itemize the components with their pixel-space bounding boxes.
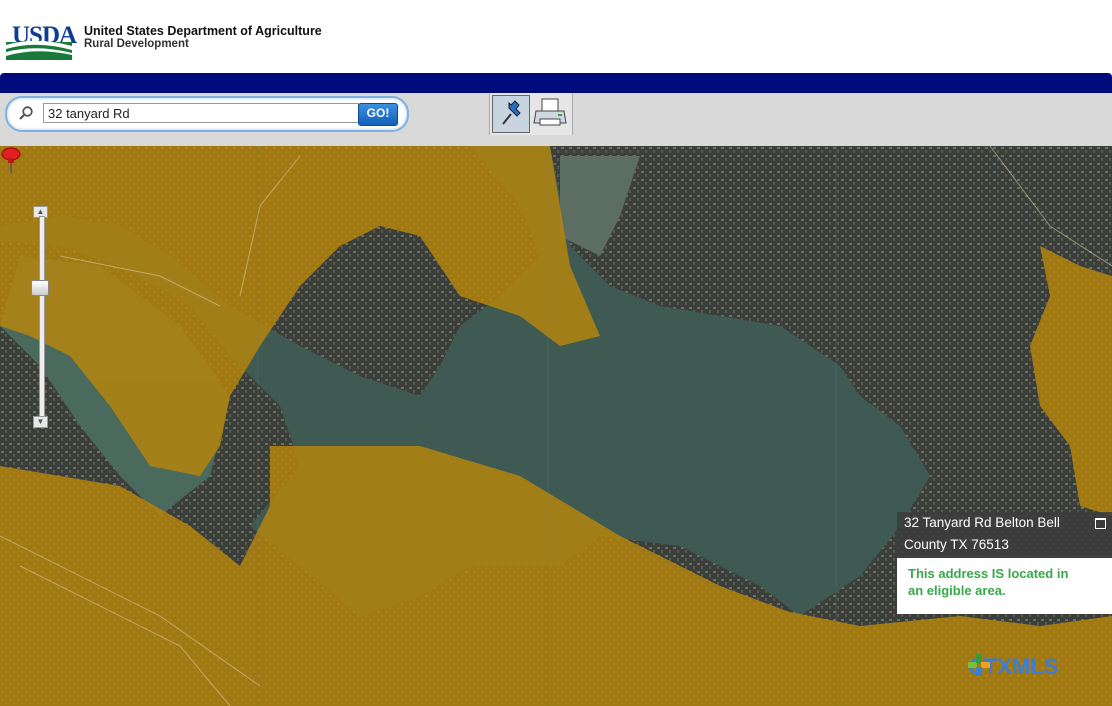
popup-address-line1: 32 Tanyard Rd Belton Bell bbox=[904, 515, 1060, 530]
usda-logo: USDA bbox=[6, 12, 77, 62]
address-info-popup: 32 Tanyard Rd Belton Bell County TX 7651… bbox=[897, 512, 1112, 614]
go-button[interactable]: GO! bbox=[358, 103, 398, 126]
search-box: GO! bbox=[5, 96, 409, 132]
eligibility-line1: This address IS located in bbox=[908, 566, 1069, 581]
search-icon[interactable] bbox=[19, 106, 33, 120]
page-header: USDA United States Department of Agricul… bbox=[0, 0, 1112, 73]
agency-title: United States Department of Agriculture bbox=[84, 24, 322, 38]
ctxmls-mark-icon bbox=[968, 654, 990, 676]
zoom-slider-track[interactable] bbox=[39, 216, 45, 418]
printer-icon bbox=[533, 98, 567, 126]
pushpin-icon bbox=[502, 100, 521, 125]
zoom-out-button[interactable]: ▼ bbox=[33, 416, 48, 428]
popup-maximize-icon[interactable] bbox=[1095, 518, 1106, 529]
popup-address-line2: County TX 76513 bbox=[904, 537, 1009, 552]
address-search-input[interactable] bbox=[43, 103, 359, 123]
eligibility-line2: an eligible area. bbox=[908, 583, 1006, 598]
eligibility-result: This address IS located in an eligible a… bbox=[897, 558, 1112, 614]
print-tool-button[interactable] bbox=[532, 95, 568, 131]
ctxmls-watermark-logo: CTXMLS bbox=[968, 654, 1058, 684]
agency-name: United States Department of Agriculture … bbox=[84, 24, 322, 51]
map-toolbar: GO! bbox=[0, 93, 1112, 147]
location-pin-icon[interactable] bbox=[0, 146, 22, 174]
nav-bar bbox=[0, 73, 1112, 93]
popup-header: 32 Tanyard Rd Belton Bell County TX 7651… bbox=[897, 512, 1112, 558]
tool-group bbox=[489, 93, 573, 135]
map-view[interactable]: ▲ ▼ 32 Tanyard Rd Belton Bell County TX … bbox=[0, 146, 1112, 706]
aerial-map bbox=[0, 146, 1112, 706]
zoom-slider-handle[interactable] bbox=[31, 280, 49, 296]
agency-subtitle: Rural Development bbox=[84, 38, 189, 50]
pushpin-tool-button[interactable] bbox=[492, 95, 530, 133]
